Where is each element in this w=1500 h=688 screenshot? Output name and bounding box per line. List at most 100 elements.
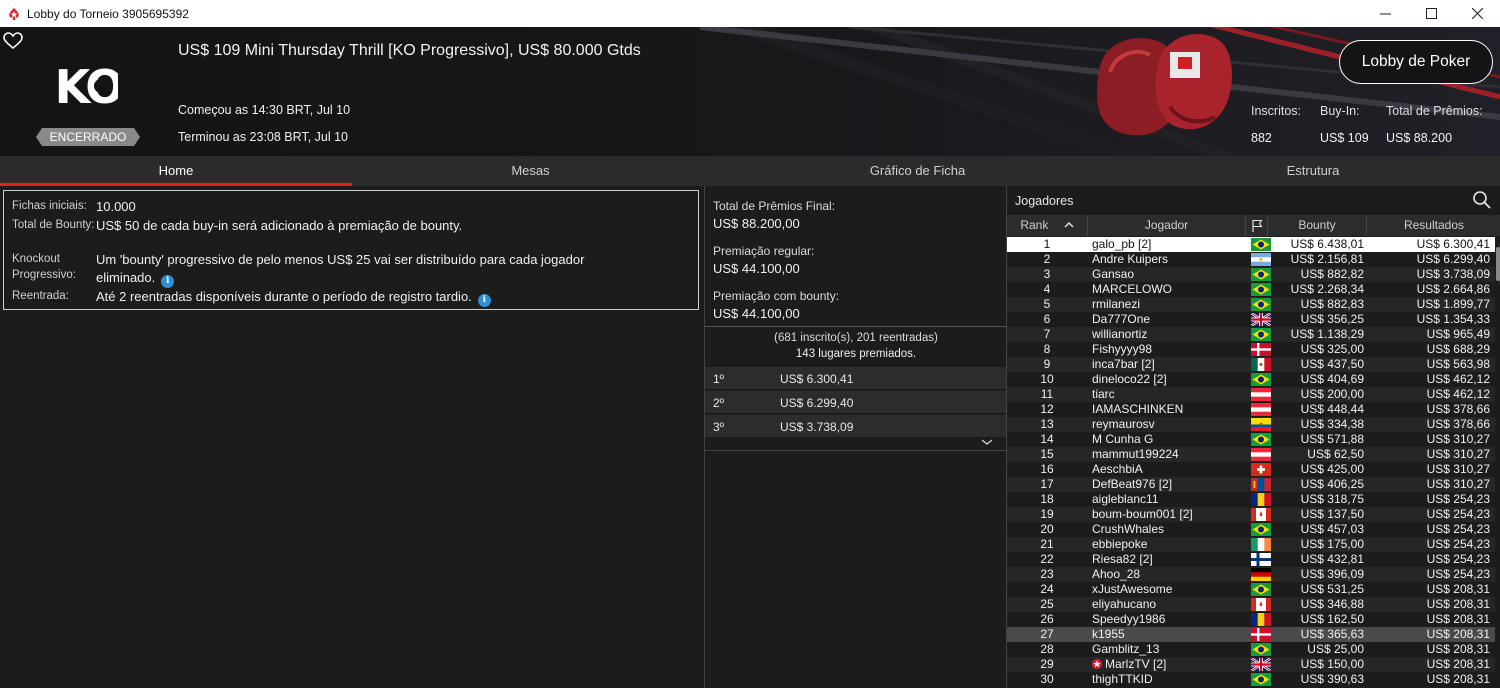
player-rank: 22 <box>1040 552 1054 566</box>
chevron-down-icon[interactable] <box>980 436 994 446</box>
tab-structure[interactable]: Estrutura <box>1126 156 1500 186</box>
bounty-total-label: Total de Bounty: <box>12 219 95 231</box>
poker-lobby-button[interactable]: Lobby de Poker <box>1339 40 1493 84</box>
tab-tables[interactable]: Mesas <box>352 156 709 186</box>
player-bounty: US$ 432,81 <box>1300 552 1364 566</box>
player-rank: 2 <box>1043 252 1051 266</box>
player-bounty: US$ 404,69 <box>1300 372 1364 386</box>
table-row[interactable]: 16 AeschbiA US$ 425,00 US$ 310,27 <box>1007 462 1495 477</box>
player-name-text: eliyahucano <box>1092 597 1157 611</box>
column-flag[interactable] <box>1246 215 1268 236</box>
table-row[interactable]: 12 IAMASCHINKEN US$ 448,44 US$ 378,66 <box>1007 402 1495 417</box>
player-name: IAMASCHINKEN <box>1092 402 1247 417</box>
table-row[interactable]: 23 Ahoo_28 US$ 396,09 US$ 254,23 <box>1007 567 1495 582</box>
column-player[interactable]: Jogador <box>1088 215 1246 236</box>
info-icon[interactable]: i <box>161 275 175 288</box>
table-row[interactable]: 4 MARCELOWO US$ 2.268,34 US$ 2.664,86 <box>1007 282 1495 297</box>
table-row[interactable]: 28 Gamblitz_13 US$ 25,00 US$ 208,31 <box>1007 642 1495 657</box>
minimize-icon[interactable] <box>1362 0 1408 27</box>
player-name: willianortiz <box>1092 327 1247 342</box>
search-icon[interactable] <box>1472 190 1492 210</box>
player-result: US$ 310,27 <box>1426 447 1490 461</box>
player-result: US$ 1.899,77 <box>1416 297 1490 311</box>
column-bounty[interactable]: Bounty <box>1268 215 1367 236</box>
bounty-prize-value: US$ 44.100,00 <box>713 306 800 321</box>
player-name: AeschbiA <box>1092 462 1247 477</box>
paid-places: 143 lugares premiados. <box>795 348 917 360</box>
player-bounty: US$ 406,25 <box>1300 477 1364 491</box>
player-name: k1955 <box>1092 627 1247 642</box>
country-flag-br-icon <box>1251 373 1271 386</box>
table-row[interactable]: 22 Riesa82 [2] US$ 432,81 US$ 254,23 <box>1007 552 1495 567</box>
player-name: boum-boum001 [2] <box>1092 507 1247 522</box>
player-result: US$ 208,31 <box>1426 582 1490 596</box>
final-prize-label: Total de Prêmios Final: <box>713 199 836 213</box>
column-results[interactable]: Resultados <box>1367 215 1500 236</box>
country-flag-br-icon <box>1251 433 1271 446</box>
buyin-label: Buy-In: <box>1320 104 1360 118</box>
table-row[interactable]: 15 mammut199224 US$ 62,50 US$ 310,27 <box>1007 447 1495 462</box>
table-row[interactable]: 13 reymaurosv US$ 334,38 US$ 378,66 <box>1007 417 1495 432</box>
table-row[interactable]: 9 inca7bar [2] US$ 437,50 US$ 563,98 <box>1007 357 1495 372</box>
country-flag-gb-icon <box>1251 313 1271 326</box>
table-row[interactable]: 8 Fishyyyy98 US$ 325,00 US$ 688,29 <box>1007 342 1495 357</box>
country-flag-br-icon <box>1251 583 1271 596</box>
info-icon[interactable]: i <box>477 294 491 307</box>
player-name-text: inca7bar [2] <box>1092 357 1155 371</box>
table-row[interactable]: 27 k1955 US$ 365,63 US$ 208,31 <box>1007 627 1495 642</box>
table-row[interactable]: 24 xJustAwesome US$ 531,25 US$ 208,31 <box>1007 582 1495 597</box>
table-row[interactable]: 5 rmilanezi US$ 882,83 US$ 1.899,77 <box>1007 297 1495 312</box>
tab-home[interactable]: Home <box>0 156 352 186</box>
table-row[interactable]: 29 MarlzTV [2] US$ 150,00 US$ 208,31 <box>1007 657 1495 672</box>
reentry-text: Até 2 reentradas disponíveis durante o p… <box>96 289 472 304</box>
table-row[interactable]: 21 ebbiepoke US$ 175,00 US$ 254,23 <box>1007 537 1495 552</box>
player-rank: 4 <box>1043 282 1051 296</box>
scrollbar-thumb[interactable] <box>1496 247 1500 281</box>
country-flag-br-icon <box>1251 238 1271 251</box>
player-result: US$ 254,23 <box>1426 492 1490 506</box>
column-rank-label: Rank <box>1020 218 1049 232</box>
table-row[interactable]: 10 dineloco22 [2] US$ 404,69 US$ 462,12 <box>1007 372 1495 387</box>
table-row[interactable]: 2 Andre Kuipers US$ 2.156,81 US$ 6.299,40 <box>1007 252 1495 267</box>
table-row[interactable]: 6 Da777One US$ 356,25 US$ 1.354,33 <box>1007 312 1495 327</box>
column-rank[interactable]: Rank <box>1007 215 1088 236</box>
regular-prize-value: US$ 44.100,00 <box>713 261 800 276</box>
maximize-icon[interactable] <box>1408 0 1454 27</box>
table-row[interactable]: 25 eliyahucano US$ 346,88 US$ 208,31 <box>1007 597 1495 612</box>
status-badge: ENCERRADO <box>36 128 140 146</box>
player-name-text: k1955 <box>1092 627 1125 641</box>
player-bounty: US$ 1.138,29 <box>1290 327 1364 341</box>
player-rank: 3 <box>1043 267 1051 281</box>
table-row[interactable]: 3 Gansao US$ 882,82 US$ 3.738,09 <box>1007 267 1495 282</box>
player-rank: 1 <box>1043 237 1051 251</box>
table-row[interactable]: 19 boum-boum001 [2] US$ 137,50 US$ 254,23 <box>1007 507 1495 522</box>
final-prize-value: US$ 88.200,00 <box>713 216 800 231</box>
table-row[interactable]: 11 tiarc US$ 200,00 US$ 462,12 <box>1007 387 1495 402</box>
table-row[interactable]: 7 willianortiz US$ 1.138,29 US$ 965,49 <box>1007 327 1495 342</box>
player-result: US$ 965,49 <box>1426 327 1490 341</box>
table-row[interactable]: 17 DefBeat976 [2] US$ 406,25 US$ 310,27 <box>1007 477 1495 492</box>
table-row[interactable]: 1 galo_pb [2] US$ 6.438,01 US$ 6.300,41 <box>1007 237 1495 252</box>
country-flag-at-icon <box>1251 388 1271 401</box>
player-rank: 8 <box>1043 342 1051 356</box>
player-bounty: US$ 356,25 <box>1300 312 1364 326</box>
player-name-text: galo_pb [2] <box>1092 237 1152 251</box>
starting-chips-value: 10.000 <box>96 199 136 214</box>
table-row[interactable]: 30 thighTTKID US$ 390,63 US$ 208,31 <box>1007 672 1495 687</box>
favorite-heart-icon[interactable] <box>3 32 23 50</box>
player-name: ebbiepoke <box>1092 537 1247 552</box>
close-icon[interactable] <box>1454 0 1500 27</box>
player-bounty: US$ 325,00 <box>1300 342 1364 356</box>
country-flag-br-icon <box>1251 328 1271 341</box>
table-row[interactable]: 26 Speedyy1986 US$ 162,50 US$ 208,31 <box>1007 612 1495 627</box>
table-row[interactable]: 20 CrushWhales US$ 457,03 US$ 254,23 <box>1007 522 1495 537</box>
tab-chip-graph[interactable]: Gráfico de Ficha <box>709 156 1126 186</box>
table-row[interactable]: 14 M Cunha G US$ 571,88 US$ 310,27 <box>1007 432 1495 447</box>
player-bounty: US$ 137,50 <box>1300 507 1364 521</box>
player-bounty: US$ 396,09 <box>1300 567 1364 581</box>
table-row[interactable]: 18 aigleblanc11 US$ 318,75 US$ 254,23 <box>1007 492 1495 507</box>
progressive-ko-label: Knockout Progressivo: <box>12 253 76 281</box>
scrollbar[interactable] <box>1495 237 1500 688</box>
players-table-header: Rank Jogador Bounty Resultados <box>1007 215 1500 236</box>
player-result: US$ 254,23 <box>1426 507 1490 521</box>
